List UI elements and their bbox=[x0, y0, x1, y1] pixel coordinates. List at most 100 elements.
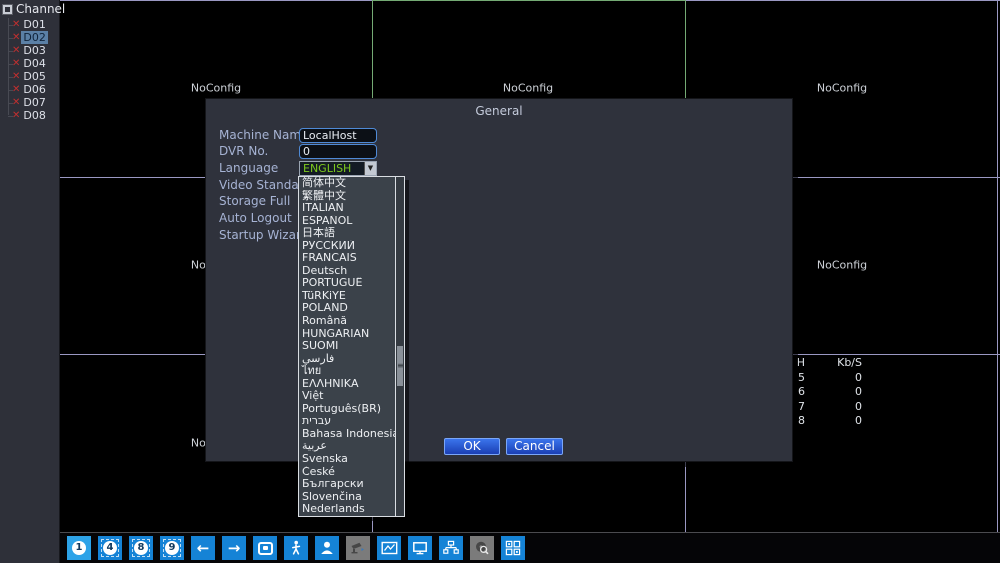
language-option[interactable]: HUNGARIAN bbox=[299, 328, 404, 341]
bitrate-value: 0 bbox=[855, 399, 862, 413]
channel-item[interactable]: ✕ D01 bbox=[0, 18, 59, 31]
dropdown-scrollbar[interactable]: ≡ bbox=[395, 177, 404, 516]
cancel-button[interactable]: Cancel bbox=[506, 438, 563, 455]
disk-search-icon bbox=[476, 541, 489, 555]
arrow-left-icon: ← bbox=[196, 539, 210, 557]
multi-channel-button[interactable] bbox=[501, 536, 525, 560]
channel-label: D01 bbox=[23, 18, 46, 31]
machine-name-label: Machine Name bbox=[219, 128, 309, 142]
channel-item[interactable]: ✕ D08 bbox=[0, 109, 59, 122]
channel-x-icon: ✕ bbox=[12, 19, 21, 30]
channel-item[interactable]: ✕ D07 bbox=[0, 96, 59, 109]
language-option[interactable]: Български bbox=[299, 478, 404, 491]
bitrate-value: 0 bbox=[855, 414, 862, 428]
channel-item[interactable]: ✕ D06 bbox=[0, 83, 59, 96]
language-option[interactable]: Română bbox=[299, 315, 404, 328]
language-selected-value: ENGLISH bbox=[303, 162, 352, 175]
channel-x-icon: ✕ bbox=[12, 58, 21, 69]
channel-list: ✕ D01 ✕ D02 ✕ D03 ✕ D04 ✕ D05 ✕ D06 ✕ D0… bbox=[0, 18, 59, 122]
view-eight-button[interactable]: 8 bbox=[129, 536, 153, 560]
language-option[interactable]: Việt bbox=[299, 390, 404, 403]
display-output-button[interactable] bbox=[408, 536, 432, 560]
channel-label: D05 bbox=[23, 70, 46, 83]
machine-name-input[interactable] bbox=[299, 128, 377, 143]
noconfig-label: NoConfig bbox=[502, 81, 554, 95]
auto-logout-label: Auto Logout bbox=[219, 211, 292, 225]
language-option[interactable]: РУССКИЙ bbox=[299, 240, 404, 253]
language-option[interactable]: Nederlands bbox=[299, 503, 404, 516]
language-option[interactable]: 繁體中文 bbox=[299, 190, 404, 203]
bottom-toolbar: 1 4 8 9 ← → bbox=[60, 532, 1000, 563]
channel-x-icon: ✕ bbox=[12, 84, 21, 95]
language-option[interactable]: ITALIAN bbox=[299, 202, 404, 215]
dialog-title: General bbox=[475, 104, 523, 118]
language-option[interactable]: عربية bbox=[299, 440, 404, 453]
language-option[interactable]: ΕΛΛΗΝΙΚΑ bbox=[299, 378, 404, 391]
channel-x-icon: ✕ bbox=[12, 45, 21, 56]
view-nine-button[interactable]: 9 bbox=[160, 536, 184, 560]
dvr-screen: NoConfig NoConfig NoConfig NoConfig NoCo… bbox=[0, 0, 1000, 563]
next-page-button[interactable]: → bbox=[222, 536, 246, 560]
channel-panel-icon bbox=[2, 3, 13, 15]
language-option[interactable]: SUOMI bbox=[299, 340, 404, 353]
language-option[interactable]: POLAND bbox=[299, 302, 404, 315]
view-single-button[interactable]: 1 bbox=[67, 536, 91, 560]
channel-label: D04 bbox=[23, 57, 46, 70]
multi-view-icon bbox=[505, 540, 521, 556]
channel-label: D07 bbox=[23, 96, 46, 109]
language-option[interactable]: TüRKiYE bbox=[299, 290, 404, 303]
channel-x-icon: ✕ bbox=[12, 110, 21, 121]
noconfig-label: NoConfig bbox=[190, 81, 242, 95]
language-option[interactable]: Bahasa Indonesia bbox=[299, 428, 404, 441]
channel-x-icon: ✕ bbox=[12, 71, 21, 82]
language-option[interactable]: ไทย bbox=[299, 365, 404, 378]
chart-icon bbox=[381, 541, 397, 555]
language-option[interactable]: České bbox=[299, 466, 404, 479]
prev-page-button[interactable]: ← bbox=[191, 536, 215, 560]
noconfig-label: NoConfig bbox=[816, 258, 868, 272]
language-option[interactable]: 简体中文 bbox=[299, 177, 404, 190]
language-option[interactable]: FRANCAIS bbox=[299, 252, 404, 265]
bitrate-kbs-header: Kb/S bbox=[837, 356, 862, 369]
channel-label: D08 bbox=[23, 109, 46, 122]
general-dialog: General Machine Name DVR No. Language Vi… bbox=[205, 98, 793, 462]
ok-button[interactable]: OK bbox=[444, 438, 500, 455]
language-option[interactable]: Slovenčina bbox=[299, 491, 404, 504]
pedestrian-detect-button[interactable] bbox=[284, 536, 308, 560]
view-nine-icon: 9 bbox=[165, 541, 179, 555]
dvr-no-input[interactable] bbox=[299, 144, 377, 159]
channel-label: D06 bbox=[23, 83, 46, 96]
language-option[interactable]: فارسي bbox=[299, 353, 404, 366]
view-quad-button[interactable]: 4 bbox=[98, 536, 122, 560]
language-option[interactable]: Português(BR) bbox=[299, 403, 404, 416]
language-option[interactable]: עברית bbox=[299, 415, 404, 428]
selected-cell-border-top bbox=[372, 0, 685, 1]
channel-item[interactable]: ✕ D03 bbox=[0, 44, 59, 57]
channel-item[interactable]: ✕ D02 bbox=[0, 31, 59, 44]
language-option[interactable]: ESPAÑOL bbox=[299, 215, 404, 228]
network-button[interactable] bbox=[439, 536, 463, 560]
user-icon bbox=[321, 541, 333, 554]
dropdown-scrollbar-thumb[interactable]: ≡ bbox=[397, 346, 404, 386]
channel-panel-header[interactable]: Channel bbox=[0, 0, 65, 16]
language-option[interactable]: Deutsch bbox=[299, 265, 404, 278]
camera-device-button[interactable] bbox=[346, 536, 370, 560]
monitor-icon bbox=[413, 542, 427, 555]
arrow-right-icon: → bbox=[227, 539, 241, 557]
playback-chart-button[interactable] bbox=[377, 536, 401, 560]
language-select[interactable]: ENGLISH ▼ bbox=[299, 161, 377, 176]
storage-full-label: Storage Full bbox=[219, 194, 291, 208]
disk-search-button[interactable] bbox=[470, 536, 494, 560]
tour-button[interactable] bbox=[253, 536, 277, 560]
cctv-camera-icon bbox=[351, 542, 364, 554]
language-option[interactable]: 日本語 bbox=[299, 227, 404, 240]
channel-item[interactable]: ✕ D04 bbox=[0, 57, 59, 70]
startup-wizard-label: Startup Wizard bbox=[219, 228, 309, 242]
user-account-button[interactable] bbox=[315, 536, 339, 560]
channel-x-icon: ✕ bbox=[12, 32, 21, 43]
channel-item[interactable]: ✕ D05 bbox=[0, 70, 59, 83]
language-option[interactable]: PORTUGUÊ bbox=[299, 277, 404, 290]
language-option[interactable]: Svenska bbox=[299, 453, 404, 466]
view-quad-icon: 4 bbox=[103, 541, 117, 555]
chevron-down-icon[interactable]: ▼ bbox=[364, 162, 376, 175]
